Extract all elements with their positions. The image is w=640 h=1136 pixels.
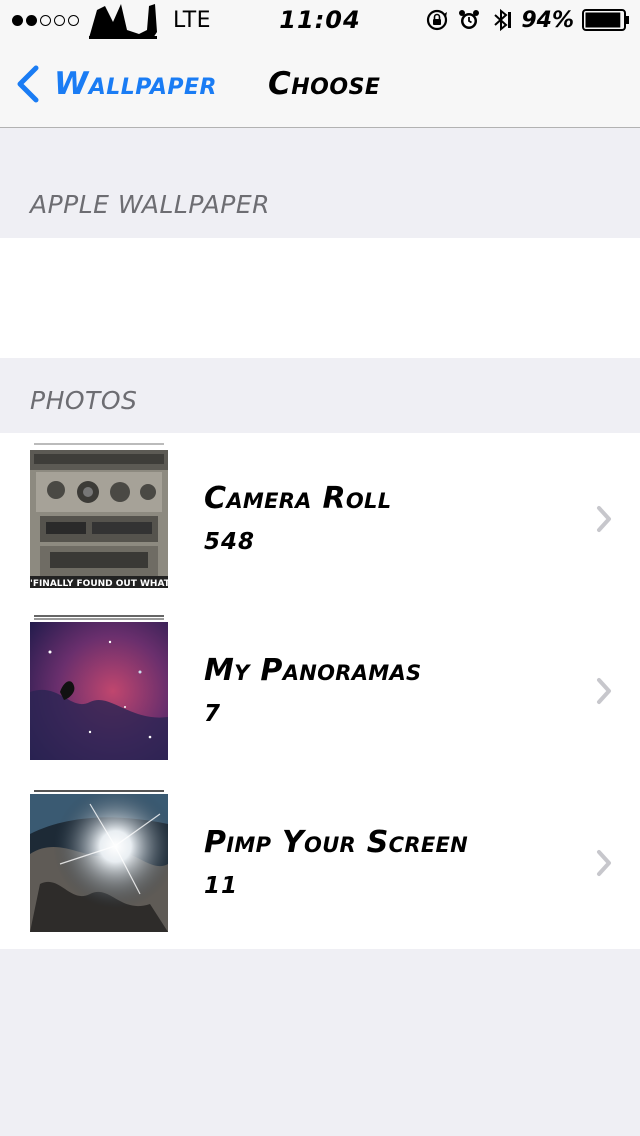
album-thumbnail: "FINALLY FOUND OUT WHAT [30, 443, 168, 588]
album-name: Camera Roll [204, 481, 392, 516]
alarm-icon [459, 10, 480, 29]
album-count: 7 [204, 701, 222, 727]
status-right: 94% [425, 0, 630, 40]
album-row-pimp-your-screen[interactable]: Pimp Your Screen 11 [0, 777, 640, 949]
rotation-lock-icon [427, 9, 448, 31]
section-header-apple-wallpaper: APPLE WALLPAPER [30, 190, 271, 219]
back-button-label: Wallpaper [54, 66, 217, 102]
nebula-photo [30, 622, 168, 760]
battery-percent: 94% [521, 7, 574, 33]
apple-wallpaper-group [0, 238, 640, 358]
page-title: Choose [268, 66, 381, 102]
bluetooth-icon [494, 8, 512, 32]
chevron-right-icon [597, 506, 611, 532]
album-name: Pimp Your Screen [204, 825, 469, 860]
navigation-bar: Wallpaper Choose [0, 40, 640, 128]
album-row-camera-roll[interactable]: "FINALLY FOUND OUT WHAT Camera Roll 548 [0, 433, 640, 605]
album-thumbnail [30, 615, 168, 760]
album-row-my-panoramas[interactable]: My Panoramas 7 [0, 605, 640, 777]
photos-album-list: "FINALLY FOUND OUT WHAT Camera Roll 548 [0, 433, 640, 949]
album-count: 548 [204, 529, 256, 555]
space-earth-photo [30, 794, 168, 932]
chevron-left-icon [17, 65, 39, 103]
thumbnail-caption: "FINALLY FOUND OUT WHAT [30, 579, 168, 588]
album-count: 11 [204, 873, 239, 899]
status-bar: LTE 11:04 94% [0, 0, 640, 40]
album-name: My Panoramas [204, 653, 422, 688]
chevron-right-icon [597, 678, 611, 704]
chevron-right-icon [597, 850, 611, 876]
section-header-photos: PHOTOS [30, 386, 138, 415]
back-button[interactable]: Wallpaper [14, 40, 217, 128]
car-stereo-photo: "FINALLY FOUND OUT WHAT [30, 450, 168, 588]
album-thumbnail [30, 787, 168, 932]
battery-icon [582, 9, 629, 31]
